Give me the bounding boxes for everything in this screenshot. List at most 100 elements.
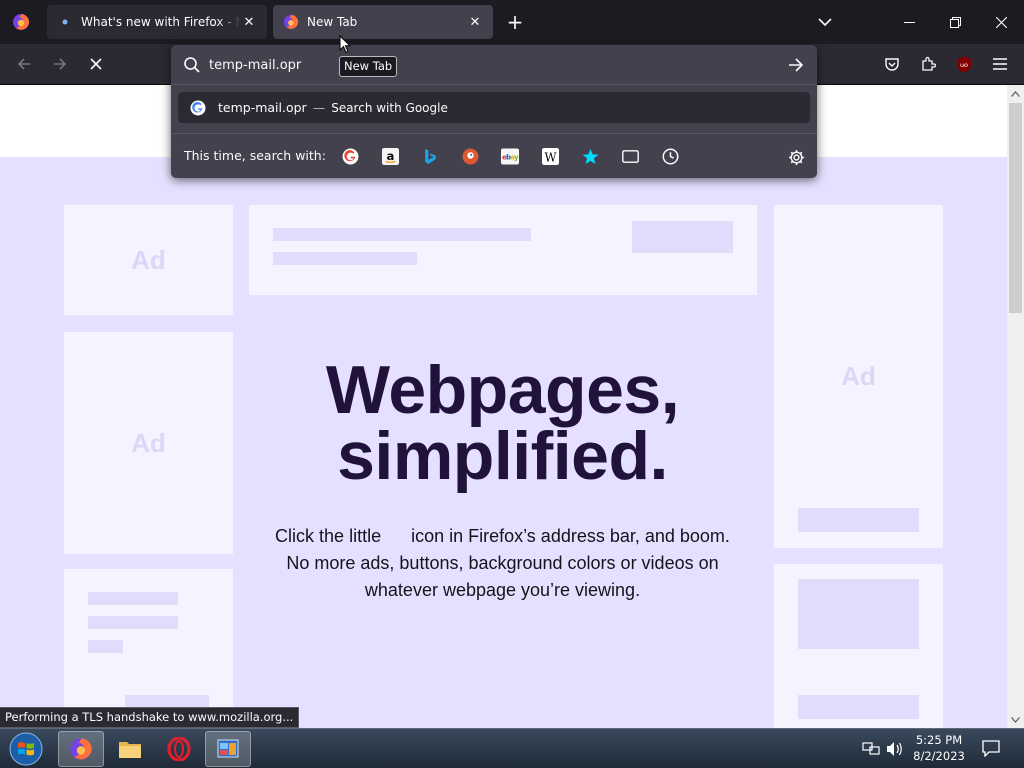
loading-dot-icon <box>57 14 73 30</box>
address-bar-popup: temp-mail.opr — Search with Google This … <box>171 45 817 178</box>
wikipedia-icon: W <box>541 147 559 165</box>
extensions-button[interactable] <box>914 50 942 78</box>
close-window-button[interactable] <box>978 0 1024 44</box>
engine-history-button[interactable] <box>660 146 680 166</box>
placeholder-button <box>798 695 919 719</box>
pocket-icon <box>885 58 899 71</box>
back-button[interactable] <box>10 50 38 78</box>
amazon-icon: a <box>381 147 399 165</box>
opera-icon <box>167 737 191 761</box>
tab-close-icon[interactable]: ✕ <box>467 14 483 30</box>
network-icon[interactable] <box>861 739 881 759</box>
bing-icon <box>424 148 436 164</box>
ublock-origin-button[interactable]: uo <box>950 50 978 78</box>
star-icon <box>582 148 598 164</box>
minimize-button[interactable] <box>886 0 932 44</box>
svg-text:W: W <box>544 150 556 164</box>
clock-date: 8/2/2023 <box>913 749 965 763</box>
action-center-button[interactable] <box>980 737 1002 759</box>
hero-description: Click the little icon in Firefox’s addre… <box>250 523 755 604</box>
google-icon <box>342 148 358 164</box>
hero-text-line: Click the little icon in Firefox’s addre… <box>275 526 730 546</box>
search-settings-button[interactable] <box>786 147 806 167</box>
restore-icon <box>949 16 961 28</box>
engine-google-button[interactable] <box>340 146 360 166</box>
list-all-tabs-button[interactable] <box>813 10 837 34</box>
control-panel-icon <box>217 739 239 758</box>
hero-text-line: No more ads, buttons, background colors … <box>286 553 719 573</box>
placeholder-image <box>798 579 919 649</box>
app-menu-button[interactable] <box>986 50 1014 78</box>
search-suggestion-row[interactable]: temp-mail.opr — Search with Google <box>178 92 810 123</box>
ublock-icon: uo <box>957 56 971 72</box>
firefox-logo-icon <box>70 738 92 760</box>
engine-duckduckgo-button[interactable] <box>460 146 480 166</box>
placeholder-line <box>88 640 123 653</box>
hero-title: Webpages, simplified. <box>250 352 755 494</box>
volume-icon[interactable] <box>885 739 905 759</box>
history-clock-icon <box>662 148 678 164</box>
engine-wikipedia-button[interactable]: W <box>540 146 560 166</box>
firefox-view-button[interactable] <box>0 0 42 44</box>
clock-time: 5:25 PM <box>915 733 963 747</box>
tab-label: New Tab <box>307 15 358 29</box>
close-icon <box>995 16 1007 28</box>
placeholder-line <box>273 252 417 265</box>
google-icon <box>190 100 206 115</box>
url-input[interactable] <box>209 54 769 76</box>
suggestion-separator: — <box>312 100 326 115</box>
ebay-icon: e b a y <box>501 148 519 164</box>
placeholder-line <box>88 592 178 605</box>
firefox-logo-icon <box>283 14 299 30</box>
new-tab-button[interactable]: + <box>503 10 527 34</box>
taskbar-control-panel[interactable] <box>205 731 251 767</box>
ublock-label: uo <box>960 61 968 69</box>
go-button[interactable] <box>785 55 807 75</box>
tab-label: What's new with Firefox - More <box>81 15 241 29</box>
duckduckgo-icon <box>462 148 478 164</box>
engine-ebay-button[interactable]: e b a y <box>500 146 520 166</box>
engine-amazon-button[interactable]: a <box>380 146 400 166</box>
restore-button[interactable] <box>932 0 978 44</box>
hero-title-line: simplified. <box>337 418 668 494</box>
engine-bing-button[interactable] <box>420 146 440 166</box>
minimize-icon <box>903 21 915 23</box>
ad-placeholder: Ad <box>774 205 943 548</box>
arrow-right-icon <box>789 58 804 72</box>
forward-button[interactable] <box>46 50 74 78</box>
start-button[interactable] <box>6 731 46 767</box>
pocket-button[interactable] <box>878 50 906 78</box>
taskbar-opera[interactable] <box>156 731 202 767</box>
tab-strip: What's new with Firefox - More ✕ New Tab… <box>0 0 1024 44</box>
suggestion-action: Search with Google <box>331 100 448 115</box>
chevron-down-icon <box>818 18 832 27</box>
one-off-label: This time, search with: <box>184 148 326 163</box>
mouse-cursor-icon <box>339 35 351 54</box>
scroll-up-arrow-icon[interactable] <box>1007 85 1024 102</box>
forward-arrow-icon <box>54 58 67 70</box>
svg-text:y: y <box>514 153 519 161</box>
tab-new-tab[interactable]: New Tab ✕ <box>273 5 493 39</box>
search-icon <box>184 57 200 73</box>
scroll-thumb[interactable] <box>1009 103 1022 313</box>
engine-bookmarks-button[interactable] <box>580 146 600 166</box>
stop-button[interactable] <box>82 50 110 78</box>
system-clock[interactable]: 5:25 PM 8/2/2023 <box>912 732 966 764</box>
firefox-logo-icon <box>13 14 29 30</box>
engine-tabs-button[interactable] <box>620 146 640 166</box>
windows-logo-icon <box>9 732 43 766</box>
page-scrollbar[interactable] <box>1007 85 1024 728</box>
tab-whats-new[interactable]: What's new with Firefox - More ✕ <box>47 5 267 39</box>
tab-close-icon[interactable]: ✕ <box>241 14 257 30</box>
hamburger-menu-icon <box>993 58 1007 70</box>
ad-placeholder: Ad <box>64 205 233 315</box>
taskbar-file-explorer[interactable] <box>107 731 153 767</box>
taskbar-firefox[interactable] <box>58 731 104 767</box>
svg-text:a: a <box>386 149 394 163</box>
scroll-down-arrow-icon[interactable] <box>1007 711 1024 728</box>
placeholder-button <box>632 221 733 253</box>
address-bar <box>171 45 817 85</box>
hero-text-line: whatever webpage you’re viewing. <box>364 580 641 600</box>
tab-icon <box>621 149 639 163</box>
hero-title-line: Webpages, <box>325 352 680 428</box>
